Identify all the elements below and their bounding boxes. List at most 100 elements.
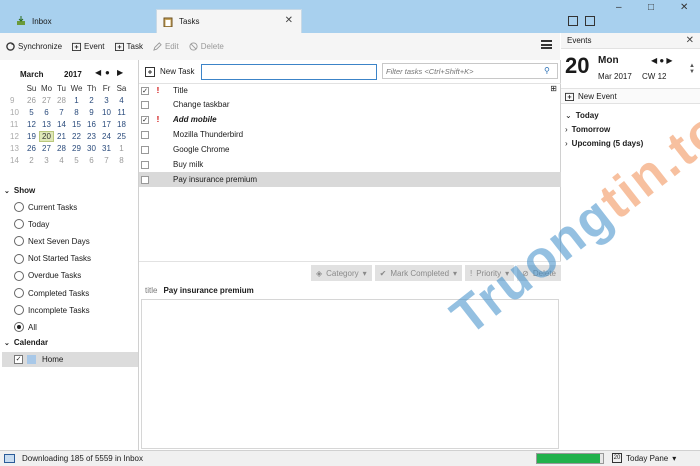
calendar-day[interactable]: 8 xyxy=(69,108,84,117)
filter-tasks-input[interactable] xyxy=(382,63,558,79)
today-pane-toggle[interactable]: 20 Today Pane ▾ xyxy=(612,453,676,463)
calendar-day[interactable]: 10 xyxy=(99,108,114,117)
show-section-title[interactable]: ⌄ Show xyxy=(4,186,35,195)
filter-option[interactable]: Current Tasks xyxy=(14,200,77,214)
calendar-day[interactable]: 25 xyxy=(114,132,129,141)
calendar-day[interactable]: 28 xyxy=(54,144,69,153)
radio-button[interactable] xyxy=(14,288,24,298)
filter-option[interactable]: All xyxy=(14,320,37,334)
new-task-button[interactable]: Task xyxy=(114,42,143,51)
radio-button[interactable] xyxy=(14,270,24,281)
close-icon[interactable]: ✕ xyxy=(285,15,293,26)
calendar-day[interactable]: 20 xyxy=(39,130,54,142)
minimize-button[interactable]: – xyxy=(616,2,622,13)
task-row[interactable]: Buy milk xyxy=(139,157,561,172)
calendar-day[interactable]: 1 xyxy=(69,96,84,105)
tasks-icon[interactable] xyxy=(585,16,595,26)
task-row[interactable]: Pay insurance premium xyxy=(139,172,561,187)
radio-button[interactable] xyxy=(14,305,24,316)
calendar-day[interactable]: 19 xyxy=(24,132,39,141)
task-row[interactable]: ✓! Add mobile xyxy=(139,112,561,127)
next-month-icon[interactable]: ▶ xyxy=(117,68,123,77)
calendar-day[interactable]: 7 xyxy=(99,156,114,165)
calendar-day[interactable]: 6 xyxy=(84,156,99,165)
calendar-day[interactable]: 27 xyxy=(39,96,54,105)
calendar-day[interactable]: 30 xyxy=(84,144,99,153)
mark-completed-button[interactable]: ✔ Mark Completed ▾ xyxy=(374,265,463,281)
calendar-day[interactable]: 3 xyxy=(39,156,54,165)
calendar-section-title[interactable]: ⌄ Calendar xyxy=(4,338,48,347)
task-row[interactable]: Mozilla Thunderbird xyxy=(139,127,561,142)
task-row[interactable]: Change taskbar xyxy=(139,97,561,112)
task-checkbox[interactable] xyxy=(141,175,149,184)
filter-option[interactable]: Overdue Tasks xyxy=(14,269,81,283)
calendar-day[interactable]: 26 xyxy=(24,96,39,105)
calendar-day[interactable]: 16 xyxy=(84,120,99,129)
calendar-day[interactable]: 5 xyxy=(69,156,84,165)
calendar-day[interactable]: 13 xyxy=(39,120,54,129)
scroll-arrows-icon[interactable]: ▲ ▼ xyxy=(689,63,695,75)
column-picker-icon[interactable]: ⊞ xyxy=(550,84,557,93)
calendar-day[interactable]: 3 xyxy=(99,96,114,105)
radio-button[interactable] xyxy=(14,219,24,230)
category-button[interactable]: ◈ Category ▾ xyxy=(310,265,372,281)
calendar-day[interactable]: 2 xyxy=(84,96,99,105)
calendar-day[interactable]: 2 xyxy=(24,156,39,165)
title-column-header[interactable]: Title xyxy=(173,86,188,95)
calendar-day[interactable]: 11 xyxy=(114,108,129,117)
calendar-day[interactable]: 27 xyxy=(39,144,54,153)
radio-button[interactable] xyxy=(14,253,24,264)
calendar-day[interactable]: 7 xyxy=(54,108,69,117)
calendar-day[interactable]: 17 xyxy=(99,120,114,129)
calendar-day[interactable]: 9 xyxy=(84,108,99,117)
task-checkbox[interactable] xyxy=(141,130,149,139)
calendar-day[interactable]: 14 xyxy=(54,120,69,129)
calendar-day[interactable]: 6 xyxy=(39,108,54,117)
today-pane-nav[interactable]: ◀ ● ▶ xyxy=(651,56,673,65)
calendar-day[interactable]: 31 xyxy=(99,144,114,153)
completed-column-icon[interactable]: ✓ xyxy=(141,86,149,95)
calendar-day[interactable]: 1 xyxy=(114,144,129,153)
calendar-day[interactable]: 26 xyxy=(24,144,39,153)
synchronize-button[interactable]: Synchronize xyxy=(6,42,62,51)
calendar-day[interactable]: 12 xyxy=(24,120,39,129)
new-task-input[interactable] xyxy=(200,63,377,80)
calendar-day[interactable]: 28 xyxy=(54,96,69,105)
delete-button[interactable]: Delete xyxy=(189,42,224,51)
today-circle-icon[interactable]: ● xyxy=(105,68,110,77)
tab-tasks[interactable]: Tasks ✕ xyxy=(156,9,302,33)
close-icon[interactable]: ✕ xyxy=(686,35,694,46)
radio-button[interactable] xyxy=(14,322,24,333)
new-task-label-button[interactable]: New Task xyxy=(145,66,195,77)
menu-icon[interactable] xyxy=(541,40,552,49)
filter-option[interactable]: Today xyxy=(14,217,49,231)
calendar-icon[interactable] xyxy=(568,16,578,26)
calendar-day[interactable]: 24 xyxy=(99,132,114,141)
calendar-day[interactable]: 29 xyxy=(69,144,84,153)
calendar-day[interactable]: 18 xyxy=(114,120,129,129)
search-icon[interactable]: ⚲ xyxy=(544,66,550,75)
minical-month[interactable]: March xyxy=(20,70,64,79)
new-event-button[interactable]: Event xyxy=(72,42,105,51)
priority-column-icon[interactable]: ! xyxy=(153,86,163,95)
calendar-checkbox[interactable]: ✓ xyxy=(14,355,23,364)
task-checkbox[interactable]: ✓ xyxy=(141,115,149,124)
tab-inbox[interactable]: Inbox xyxy=(16,9,156,33)
prev-month-icon[interactable]: ◀ xyxy=(95,68,101,77)
agenda-upcoming[interactable]: › Upcoming (5 days) xyxy=(565,139,643,148)
task-checkbox[interactable] xyxy=(141,160,149,169)
filter-option[interactable]: Incomplete Tasks xyxy=(14,303,90,317)
filter-option[interactable]: Next Seven Days xyxy=(14,234,90,248)
calendar-day[interactable]: 4 xyxy=(54,156,69,165)
task-checkbox[interactable] xyxy=(141,100,149,109)
calendar-day[interactable]: 8 xyxy=(114,156,129,165)
calendar-day[interactable]: 23 xyxy=(84,132,99,141)
calendar-day[interactable]: 15 xyxy=(69,120,84,129)
maximize-button[interactable]: □ xyxy=(648,2,654,13)
filter-option[interactable]: Completed Tasks xyxy=(14,286,89,300)
calendar-day[interactable]: 21 xyxy=(54,132,69,141)
calendar-day[interactable]: 5 xyxy=(24,108,39,117)
close-window-button[interactable]: ✕ xyxy=(680,2,688,13)
task-row[interactable]: Google Chrome xyxy=(139,142,561,157)
radio-button[interactable] xyxy=(14,236,24,247)
